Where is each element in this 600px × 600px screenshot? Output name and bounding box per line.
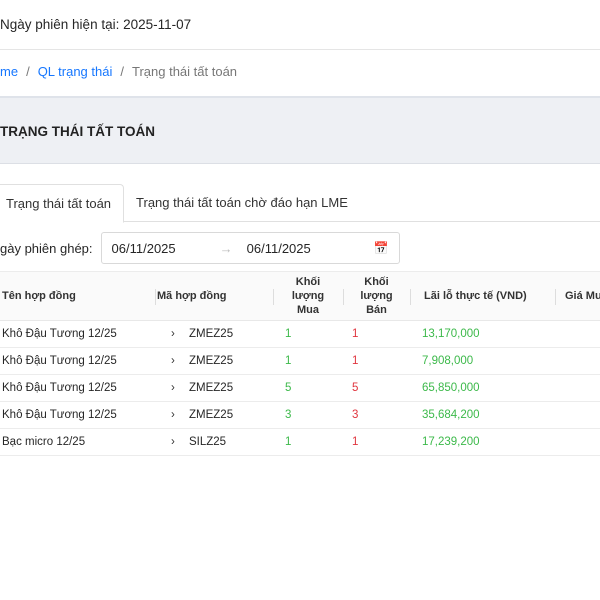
col-buy-price[interactable]: Giá Mu bbox=[555, 271, 600, 321]
contract-code-cell: › ZMEZ25 bbox=[155, 401, 273, 429]
buy-price bbox=[555, 320, 600, 348]
buy-price bbox=[555, 374, 600, 402]
col-buy-volume[interactable]: Khối lượng Mua bbox=[273, 271, 343, 321]
contract-code-cell: › ZMEZ25 bbox=[155, 320, 273, 348]
table-row[interactable]: Khô Đậu Tương 12/25 › ZMEZ25 1 1 7,908,00… bbox=[0, 347, 600, 375]
contract-code: ZMEZ25 bbox=[189, 409, 234, 421]
contract-name: Bạc micro 12/25 bbox=[0, 428, 155, 456]
date-range-picker[interactable]: 06/11/2025 → 06/11/2025 📅 bbox=[100, 232, 400, 264]
col-contract-name[interactable]: Tên hợp đồng bbox=[0, 271, 155, 321]
col-realized-pnl[interactable]: Lãi lỗ thực tế (VND) bbox=[410, 271, 555, 321]
session-date: Ngày phiên hiện tại: 2025-11-07 bbox=[0, 17, 192, 32]
table-row[interactable]: Khô Đậu Tương 12/25 › ZMEZ25 1 1 13,170,0… bbox=[0, 320, 600, 348]
date-to[interactable]: 06/11/2025 bbox=[247, 241, 311, 256]
table-row[interactable]: Bạc micro 12/25 › SILZ25 1 1 17,239,200 bbox=[0, 428, 600, 456]
col-label: Mã hợp đồng bbox=[157, 290, 227, 302]
buy-price bbox=[555, 347, 600, 375]
buy-volume: 1 bbox=[273, 428, 343, 456]
contract-code: ZMEZ25 bbox=[189, 355, 234, 367]
sell-volume: 3 bbox=[343, 401, 410, 429]
sell-volume: 5 bbox=[343, 374, 410, 402]
breadcrumb: me / QL trạng thái / Trạng thái tất toán bbox=[0, 64, 237, 79]
sell-volume: 1 bbox=[343, 428, 410, 456]
breadcrumb-home[interactable]: me bbox=[0, 64, 18, 79]
contract-name: Khô Đậu Tương 12/25 bbox=[0, 320, 155, 348]
col-label: Giá Mu bbox=[565, 290, 600, 302]
filter-label: gày phiên ghép: bbox=[0, 240, 93, 256]
tab-settlement-lme[interactable]: Trạng thái tất toán chờ đáo hạn LME bbox=[124, 184, 360, 221]
realized-pnl: 13,170,000 bbox=[410, 320, 555, 348]
chevron-right-icon[interactable]: › bbox=[157, 382, 179, 394]
table-header: Tên hợp đồng Mã hợp đồng Khối lượng Mua … bbox=[0, 271, 600, 321]
breadcrumb-status-mgmt[interactable]: QL trạng thái bbox=[38, 64, 113, 79]
contract-code-cell: › ZMEZ25 bbox=[155, 347, 273, 375]
sell-volume: 1 bbox=[343, 347, 410, 375]
breadcrumb-sep: / bbox=[26, 64, 30, 79]
buy-price bbox=[555, 428, 600, 456]
table-row[interactable]: Khô Đậu Tương 12/25 › ZMEZ25 5 5 65,850,0… bbox=[0, 374, 600, 402]
breadcrumb-sep: / bbox=[120, 64, 124, 79]
buy-volume: 3 bbox=[273, 401, 343, 429]
tabs: Trạng thái tất toán Trạng thái tất toán … bbox=[0, 184, 600, 223]
date-filter: gày phiên ghép: 06/11/2025 → 06/11/2025 … bbox=[0, 232, 400, 264]
breadcrumb-current: Trạng thái tất toán bbox=[132, 64, 238, 79]
col-label: Khối lượng Bán bbox=[360, 276, 393, 316]
contract-code: ZMEZ25 bbox=[189, 382, 234, 394]
buy-volume: 1 bbox=[273, 320, 343, 348]
realized-pnl: 65,850,000 bbox=[410, 374, 555, 402]
contract-name: Khô Đậu Tương 12/25 bbox=[0, 374, 155, 402]
chevron-right-icon[interactable]: › bbox=[157, 328, 179, 340]
chevron-right-icon[interactable]: › bbox=[157, 355, 179, 367]
top-bar: Ngày phiên hiện tại: 2025-11-07 bbox=[0, 0, 600, 50]
contract-code: SILZ25 bbox=[189, 436, 227, 448]
buy-volume: 1 bbox=[273, 347, 343, 375]
contract-name: Khô Đậu Tương 12/25 bbox=[0, 401, 155, 429]
col-sell-volume[interactable]: Khối lượng Bán bbox=[343, 271, 410, 321]
buy-price bbox=[555, 401, 600, 429]
settlement-table: Tên hợp đồng Mã hợp đồng Khối lượng Mua … bbox=[0, 271, 600, 456]
realized-pnl: 35,684,200 bbox=[410, 401, 555, 429]
table-row[interactable]: Khô Đậu Tương 12/25 › ZMEZ25 3 3 35,684,2… bbox=[0, 401, 600, 429]
page-header: TRẠNG THÁI TẤT TOÁN bbox=[0, 96, 600, 164]
arrow-right-icon: → bbox=[219, 240, 233, 256]
contract-code-cell: › ZMEZ25 bbox=[155, 374, 273, 402]
tab-settlement-status[interactable]: Trạng thái tất toán bbox=[0, 184, 125, 223]
contract-name: Khô Đậu Tương 12/25 bbox=[0, 347, 155, 375]
page-title: TRẠNG THÁI TẤT TOÁN bbox=[0, 124, 155, 139]
realized-pnl: 7,908,000 bbox=[410, 347, 555, 375]
contract-code: ZMEZ25 bbox=[189, 328, 234, 340]
sell-volume: 1 bbox=[343, 320, 410, 348]
chevron-right-icon[interactable]: › bbox=[157, 436, 179, 448]
buy-volume: 5 bbox=[273, 374, 343, 402]
calendar-icon[interactable]: 📅 bbox=[374, 241, 389, 255]
date-from[interactable]: 06/11/2025 bbox=[112, 241, 176, 256]
realized-pnl: 17,239,200 bbox=[410, 428, 555, 456]
contract-code-cell: › SILZ25 bbox=[155, 428, 273, 456]
col-contract-code[interactable]: Mã hợp đồng bbox=[155, 271, 273, 321]
col-label: Lãi lỗ thực tế (VND) bbox=[424, 290, 527, 302]
col-label: Khối lượng Mua bbox=[291, 276, 325, 316]
chevron-right-icon[interactable]: › bbox=[157, 409, 179, 421]
